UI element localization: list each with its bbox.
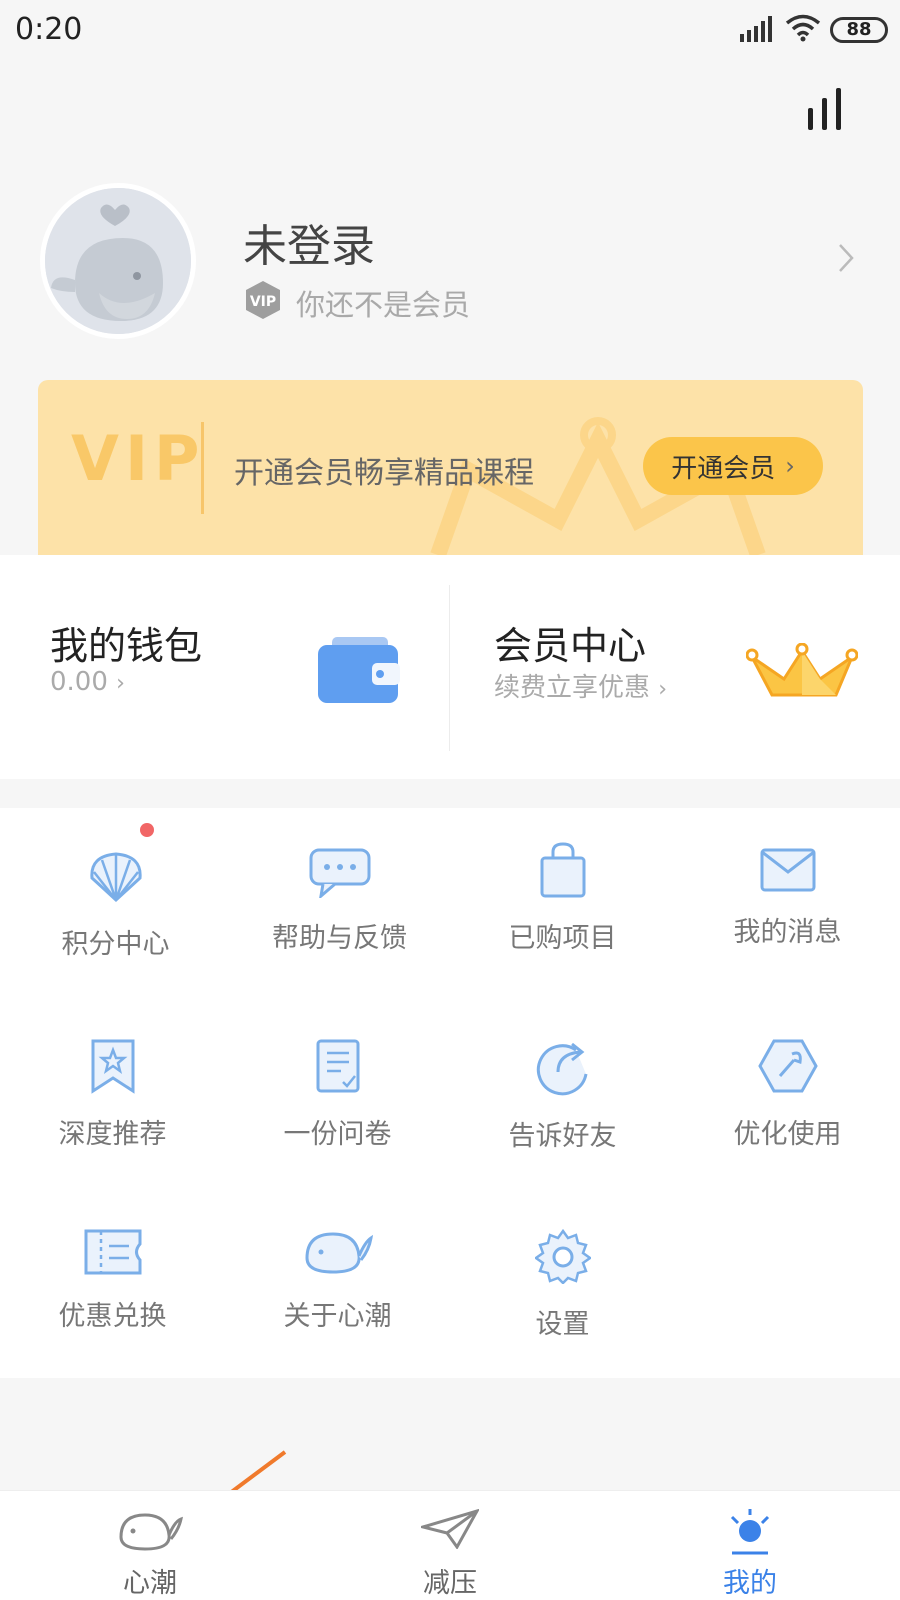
- tab-label: 减压: [423, 1568, 477, 1599]
- membership-status: 你还不是会员: [296, 288, 471, 322]
- grid-item-label: 告诉好友: [508, 1121, 617, 1152]
- open-vip-button[interactable]: 开通会员 ›: [643, 437, 823, 495]
- grid-item-label: 关于心潮: [283, 1301, 392, 1332]
- crown-icon: [746, 643, 858, 697]
- whale-tab-icon: [119, 1513, 183, 1551]
- tab-relax[interactable]: 减压: [300, 1491, 600, 1600]
- tab-xinchao[interactable]: 心潮: [0, 1491, 300, 1600]
- grid-item-tell-friends[interactable]: 告诉好友: [450, 1038, 675, 1153]
- grid-item-messages[interactable]: 我的消息: [675, 848, 900, 949]
- chevron-right-icon: ›: [658, 677, 668, 702]
- chat-bubble-icon: [309, 848, 370, 898]
- grid-item-label: 帮助与反馈: [272, 923, 407, 954]
- gear-icon: [534, 1228, 591, 1284]
- avatar[interactable]: [40, 183, 196, 339]
- paper-plane-icon: [421, 1509, 479, 1549]
- member-center-subtitle: 续费立享优惠: [494, 673, 651, 703]
- grid-item-label: 设置: [535, 1309, 590, 1340]
- wallet-section: 我的钱包 0.00 › 会员中心 续费立享优惠 ›: [0, 555, 900, 779]
- chevron-right-icon[interactable]: [838, 243, 854, 273]
- shopping-bag-icon: [540, 842, 585, 898]
- grid-item-optimize[interactable]: 优化使用: [675, 1038, 900, 1151]
- wallet-card[interactable]: 我的钱包 0.00 ›: [0, 555, 449, 779]
- wallet-title: 我的钱包: [50, 624, 203, 668]
- tab-mine[interactable]: 我的: [600, 1491, 900, 1600]
- vip-promo-text: 开通会员畅享精品课程: [234, 456, 534, 491]
- whale-icon: [304, 1232, 373, 1274]
- grid-item-purchased[interactable]: 已购项目: [450, 842, 675, 955]
- share-icon: [536, 1042, 587, 1096]
- wallet-balance: 0.00 ›: [50, 667, 125, 697]
- vip-badge-icon: VIP: [246, 281, 280, 319]
- wifi-icon: [785, 14, 821, 42]
- grid-item-label: 优化使用: [733, 1119, 842, 1150]
- grid-item-survey[interactable]: 一份问卷: [225, 1038, 450, 1151]
- grid-item-label: 积分中心: [61, 929, 170, 960]
- whale-avatar-icon: [45, 188, 191, 334]
- grid-item-label: 我的消息: [733, 917, 842, 948]
- grid-item-label: 优惠兑换: [58, 1301, 167, 1332]
- status-time: 0:20: [15, 12, 83, 47]
- grid-item-points-center[interactable]: 积分中心: [3, 848, 228, 961]
- chevron-right-icon: ›: [785, 452, 795, 480]
- wallet-balance-value: 0.00: [50, 667, 108, 697]
- tab-label: 我的: [723, 1568, 777, 1599]
- function-grid: 积分中心 帮助与反馈 已购项目 我的消息 深度推荐 一份问卷 告诉好友 优化使用…: [0, 808, 900, 1378]
- bar-chart-icon[interactable]: [808, 88, 844, 130]
- vip-banner[interactable]: VIP 开通会员畅享精品课程 开通会员 ›: [38, 380, 863, 555]
- battery-level: 88: [846, 19, 872, 40]
- signal-icon: [740, 16, 772, 42]
- status-bar: 0:20 88: [0, 0, 900, 62]
- envelope-icon: [760, 848, 815, 892]
- vip-divider: [201, 422, 204, 514]
- survey-icon: [316, 1039, 359, 1093]
- wrench-icon: [757, 1039, 818, 1093]
- grid-item-label: 已购项目: [508, 923, 617, 954]
- grid-item-settings[interactable]: 设置: [450, 1228, 675, 1341]
- member-center-sub: 续费立享优惠 ›: [494, 667, 667, 704]
- chevron-right-icon: ›: [116, 671, 125, 696]
- grid-item-coupon[interactable]: 优惠兑换: [0, 1228, 225, 1333]
- shell-icon: [89, 852, 142, 903]
- member-center-title: 会员中心: [494, 624, 647, 668]
- profile-tab-icon: [730, 1509, 770, 1555]
- coupon-icon: [84, 1229, 141, 1275]
- grid-item-label: 深度推荐: [58, 1119, 167, 1150]
- profile-name[interactable]: 未登录: [243, 210, 375, 274]
- grid-item-label: 一份问卷: [283, 1119, 392, 1150]
- bookmark-star-icon: [91, 1039, 134, 1094]
- bottom-nav: 心潮 减压 我的: [0, 1490, 900, 1600]
- vip-badge-text: VIP: [250, 294, 276, 310]
- wallet-icon: [318, 637, 400, 703]
- vip-logo: VIP: [71, 422, 206, 495]
- grid-item-about[interactable]: 关于心潮: [225, 1228, 450, 1333]
- open-vip-button-label: 开通会员: [671, 453, 776, 484]
- tab-label: 心潮: [123, 1568, 177, 1599]
- grid-item-recommend[interactable]: 深度推荐: [0, 1038, 225, 1151]
- grid-item-help-feedback[interactable]: 帮助与反馈: [227, 848, 452, 955]
- notification-dot: [140, 823, 154, 837]
- battery-icon: 88: [830, 17, 888, 43]
